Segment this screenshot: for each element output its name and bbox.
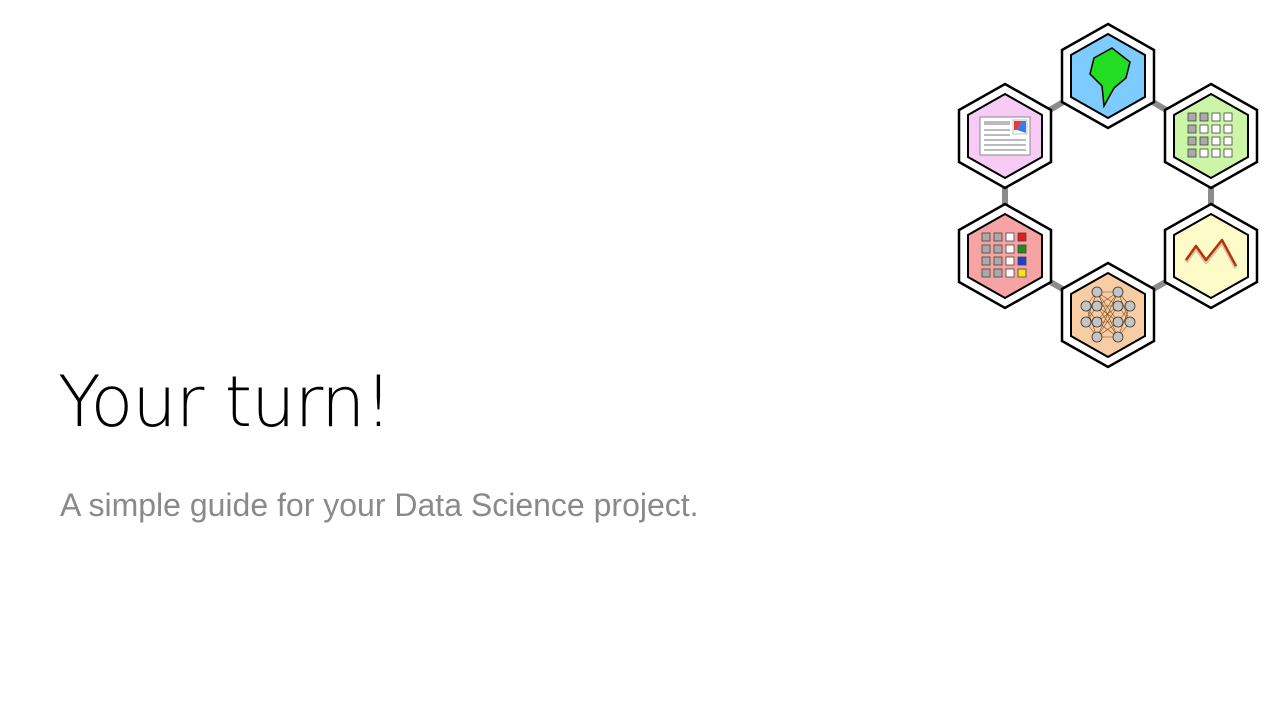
- slide-title: Your turn!: [58, 361, 392, 443]
- neural-network-icon: [1060, 261, 1156, 369]
- slide: Your turn! A simple guide for your Data …: [0, 0, 1280, 720]
- data-science-cycle-diagram: [957, 22, 1259, 369]
- slide-subtitle: A simple guide for your Data Science pro…: [60, 487, 699, 523]
- report-document-icon: [957, 82, 1053, 190]
- data-grid-icon: [1163, 82, 1259, 190]
- map-icon: [1060, 22, 1156, 130]
- line-chart-icon: [1163, 202, 1259, 310]
- colored-grid-icon: [957, 202, 1053, 310]
